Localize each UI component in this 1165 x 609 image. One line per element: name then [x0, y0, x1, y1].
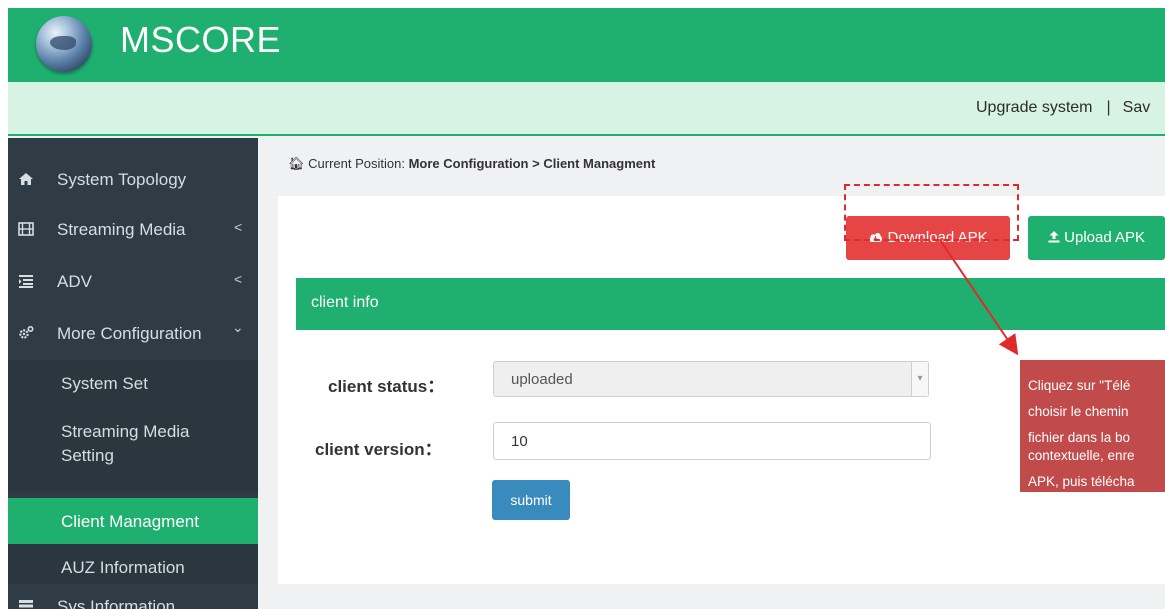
sidebar-item-streaming-media[interactable]: Streaming Media <: [8, 207, 258, 253]
gears-icon: [18, 325, 34, 341]
film-icon: [18, 221, 34, 237]
chevron-down-icon: ⌄: [232, 319, 244, 335]
sidebar-item-label: Sys Information: [57, 597, 176, 609]
callout-line: APK, puis télécha: [1028, 474, 1135, 489]
select-arrow-icon: ▾: [911, 362, 928, 396]
sidebar: System Topology Streaming Media < ADV < …: [8, 138, 258, 609]
header-links: Upgrade system | Sav: [976, 99, 1150, 117]
callout-line: Cliquez sur "Télé: [1028, 378, 1131, 393]
callout-line: contextuelle, enre: [1028, 448, 1135, 463]
sidebar-item-system-topology[interactable]: System Topology: [8, 157, 258, 203]
sidebar-item-label: Streaming Media: [57, 220, 186, 239]
sub-header: Upgrade system | Sav: [8, 82, 1165, 136]
sidebar-subitem-label: System Set: [61, 374, 148, 393]
save-link[interactable]: Sav: [1123, 99, 1151, 116]
link-separator: |: [1106, 99, 1111, 116]
client-info-title: client info: [311, 294, 379, 311]
chevron-left-icon: <: [234, 219, 243, 235]
breadcrumb-page: Client Managment: [543, 156, 656, 171]
sidebar-subitem-label: Client Managment: [61, 512, 199, 531]
sidebar-item-label: ADV: [57, 272, 92, 291]
list-icon: [18, 273, 34, 289]
sidebar-subitem-label: AUZ Information: [61, 558, 185, 577]
sidebar-subitem-client-managment[interactable]: Client Managment: [8, 498, 258, 544]
breadcrumb-section[interactable]: More Configuration: [409, 156, 529, 171]
breadcrumb: 🏠︎ Current Position: More Configuration …: [288, 156, 655, 172]
server-icon: [18, 598, 34, 609]
sidebar-item-sys-information[interactable]: Sys Information: [8, 584, 258, 609]
home-icon: [18, 171, 34, 187]
sidebar-subitem-auz-information[interactable]: AUZ Information: [8, 544, 258, 588]
breadcrumb-prefix: Current Position:: [308, 156, 405, 171]
client-status-label: client status：: [328, 377, 445, 396]
client-status-select[interactable]: uploaded ▾: [493, 361, 929, 397]
client-version-label: client version：: [315, 440, 442, 459]
home-icon: 🏠︎: [288, 156, 305, 171]
brand-title: MSCORE: [120, 19, 282, 60]
upload-apk-button[interactable]: Upload APK: [1028, 216, 1165, 260]
client-status-value: uploaded: [511, 371, 573, 388]
sidebar-subitem-label: Streaming Media Setting: [61, 422, 190, 465]
annotation-highlight-box: [844, 184, 1019, 241]
upload-apk-label: Upload APK: [1064, 229, 1146, 246]
app-window: MSCORE Upgrade system | Sav System Topolog…: [8, 8, 1165, 609]
upload-icon: [1048, 229, 1064, 246]
sidebar-item-more-configuration[interactable]: More Configuration ⌄: [8, 311, 258, 357]
client-version-input[interactable]: [493, 422, 931, 460]
sidebar-item-label: System Topology: [57, 170, 187, 189]
sidebar-subitem-system-set[interactable]: System Set: [8, 360, 258, 408]
annotation-callout: Cliquez sur "Télé choisir le chemin fich…: [1020, 360, 1165, 492]
upgrade-system-link[interactable]: Upgrade system: [976, 99, 1093, 116]
callout-line: fichier dans la bo: [1028, 430, 1131, 445]
callout-line: choisir le chemin: [1028, 404, 1129, 419]
sidebar-item-label: More Configuration: [57, 324, 202, 343]
sidebar-item-adv[interactable]: ADV <: [8, 259, 258, 305]
client-info-header: client info: [296, 278, 1165, 330]
submit-button[interactable]: submit: [492, 480, 570, 520]
chevron-left-icon: <: [234, 271, 243, 287]
breadcrumb-sep: >: [532, 156, 540, 171]
sidebar-subitem-streaming-media-setting[interactable]: Streaming Media Setting: [8, 408, 258, 492]
top-header: MSCORE: [8, 8, 1165, 82]
globe-logo-icon: [36, 16, 92, 72]
